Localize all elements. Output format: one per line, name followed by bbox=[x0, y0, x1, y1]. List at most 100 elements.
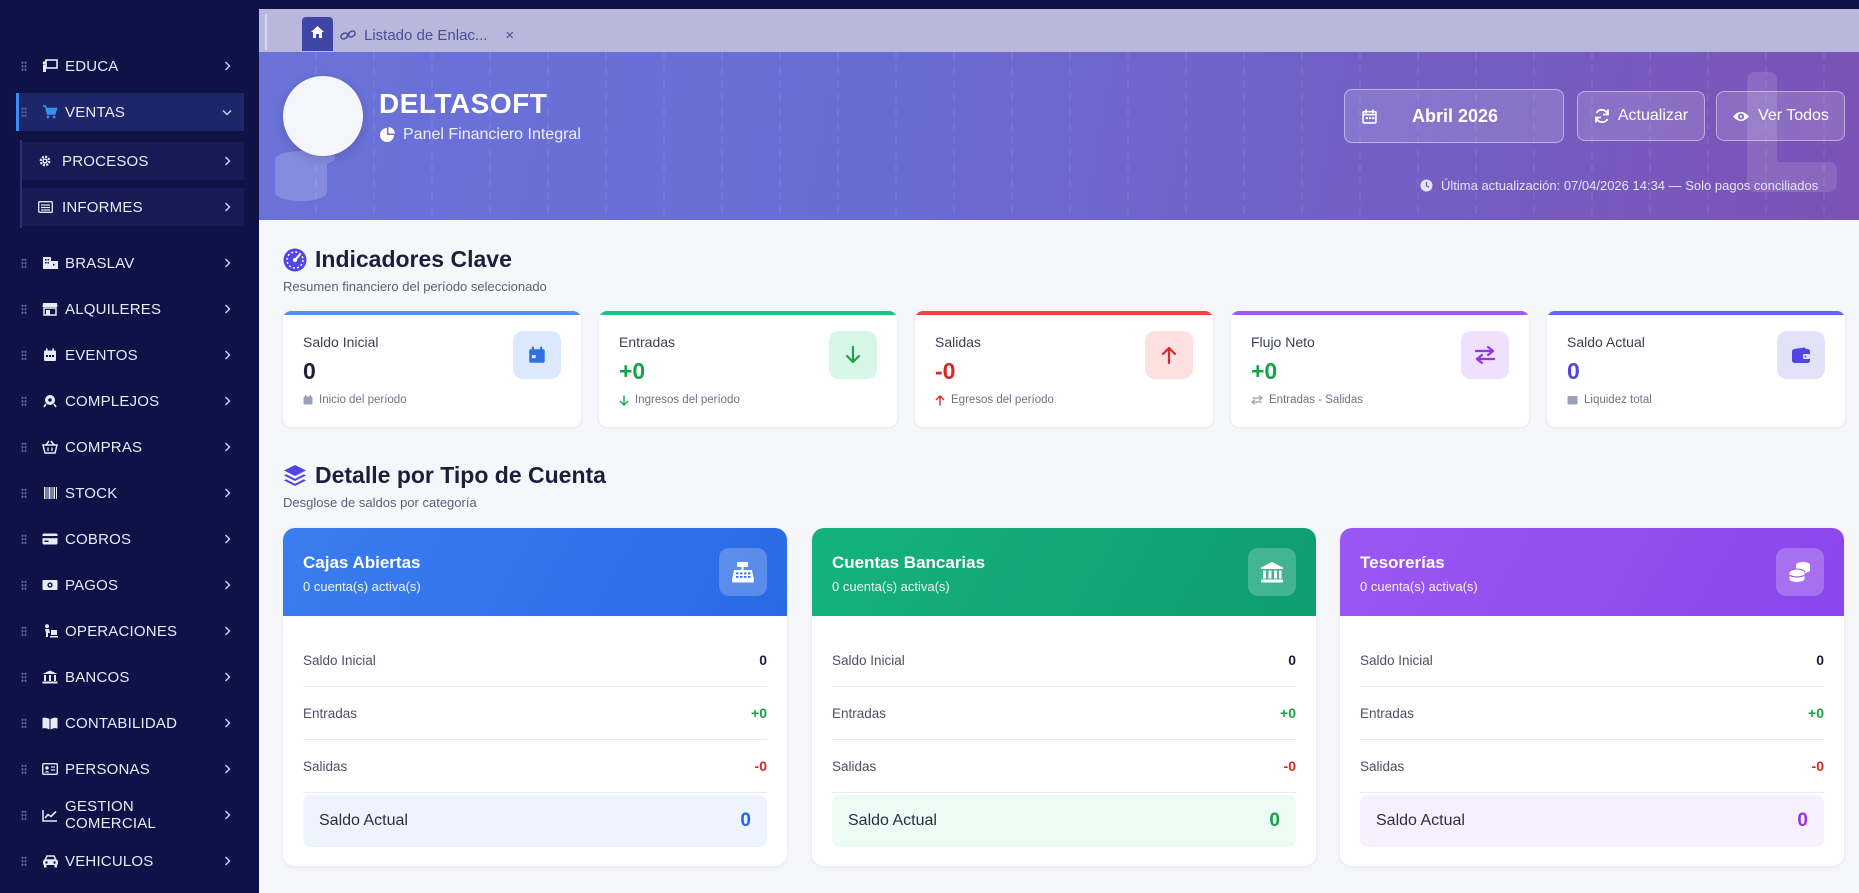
refresh-button[interactable]: Actualizar bbox=[1577, 91, 1705, 141]
calendar-icon bbox=[41, 347, 59, 363]
kpi-value: 0 bbox=[303, 358, 316, 384]
sidebar-item-contabilidad[interactable]: CONTABILIDAD bbox=[16, 704, 244, 742]
row-label: Saldo Inicial bbox=[832, 652, 905, 668]
row-salidas: Salidas -0 bbox=[1360, 740, 1824, 793]
sidebar-item-procesos[interactable]: PROCESOS bbox=[22, 142, 244, 180]
chart-line-icon bbox=[41, 807, 59, 823]
sidebar-item-braslav[interactable]: BRASLAV bbox=[16, 244, 244, 282]
kpi-section-title: Indicadores Clave bbox=[283, 246, 512, 273]
drag-handle-icon[interactable] bbox=[21, 626, 27, 636]
sidebar-item-educa[interactable]: EDUCA bbox=[16, 47, 244, 85]
drag-handle-icon[interactable] bbox=[21, 107, 27, 117]
sidebar-item-label: STOCK bbox=[65, 484, 118, 502]
drag-handle-icon[interactable] bbox=[21, 258, 27, 268]
month-selector[interactable]: Abril 2026 bbox=[1344, 89, 1564, 143]
card-title: Cajas Abiertas bbox=[303, 553, 421, 572]
total-label: Saldo Actual bbox=[319, 812, 408, 829]
drag-handle-icon[interactable] bbox=[21, 672, 27, 682]
sidebar-item-label: VEHICULOS bbox=[65, 852, 154, 870]
sidebar-item-alquileres[interactable]: ALQUILERES bbox=[16, 290, 244, 328]
kpi-foot-text: Entradas - Salidas bbox=[1269, 394, 1363, 406]
row-value: -0 bbox=[754, 758, 767, 774]
row-saldo-inicial: Saldo Inicial 0 bbox=[303, 634, 767, 687]
drag-handle-icon[interactable] bbox=[21, 718, 27, 728]
sidebar-item-bancos[interactable]: BANCOS bbox=[16, 658, 244, 696]
tab-listado-enlaces[interactable]: Listado de Enlac... × bbox=[340, 22, 514, 48]
total-saldo-actual: Saldo Actual 0 bbox=[832, 795, 1296, 847]
credit-card-icon bbox=[41, 531, 59, 547]
sidebar-item-label: COMPRAS bbox=[65, 438, 143, 456]
chevron-down-icon bbox=[222, 107, 232, 117]
row-label: Entradas bbox=[1360, 705, 1415, 721]
kpi-card-flujo-neto: Flujo Neto +0 Entradas - Salidas bbox=[1231, 311, 1529, 427]
sidebar-item-cobros[interactable]: COBROS bbox=[16, 520, 244, 558]
kpi-value: +0 bbox=[619, 358, 646, 384]
sidebar-item-gestion-comercial[interactable]: GESTION COMERCIAL bbox=[16, 796, 244, 834]
sidebar-item-label: COBROS bbox=[65, 530, 132, 548]
total-label: Saldo Actual bbox=[848, 812, 937, 829]
tagline-text: Panel Financiero Integral bbox=[403, 126, 581, 143]
chevron-right-icon bbox=[222, 534, 232, 544]
drag-handle-icon[interactable] bbox=[21, 396, 27, 406]
coins-watermark-icon bbox=[275, 151, 335, 201]
row-salidas: Salidas -0 bbox=[832, 740, 1296, 793]
sidebar-item-complejos[interactable]: COMPLEJOS bbox=[16, 382, 244, 420]
refresh-icon bbox=[1594, 108, 1609, 124]
drag-handle-icon[interactable] bbox=[21, 304, 27, 314]
card-accent-bar bbox=[1231, 311, 1529, 315]
card-accent-bar bbox=[283, 311, 581, 315]
top-edge bbox=[259, 0, 1859, 9]
sidebar-item-label: INFORMES bbox=[62, 198, 143, 216]
kpi-foot-text: Egresos del período bbox=[951, 394, 1054, 406]
kpi-footnote: Inicio del período bbox=[303, 394, 407, 406]
row-salidas: Salidas -0 bbox=[303, 740, 767, 793]
sidebar-item-stock[interactable]: STOCK bbox=[16, 474, 244, 512]
drag-handle-icon[interactable] bbox=[21, 442, 27, 452]
row-label: Saldo Inicial bbox=[303, 652, 376, 668]
view-all-button[interactable]: Ver Todos bbox=[1716, 91, 1845, 141]
row-label: Salidas bbox=[303, 758, 348, 774]
card-subtitle: 0 cuenta(s) activa(s) bbox=[1360, 579, 1478, 594]
company-logo bbox=[283, 76, 363, 156]
sidebar-item-vehiculos[interactable]: VEHICULOS bbox=[16, 842, 244, 880]
card-title: Cuentas Bancarias bbox=[832, 553, 986, 572]
kpi-card-saldo-actual: Saldo Actual 0 Liquidez total bbox=[1547, 311, 1845, 427]
basket-icon bbox=[41, 439, 59, 455]
sidebar-item-informes[interactable]: INFORMES bbox=[22, 188, 244, 226]
sidebar-item-label: GESTION COMERCIAL bbox=[65, 798, 156, 832]
drag-handle-icon[interactable] bbox=[21, 350, 27, 360]
chevron-right-icon bbox=[222, 304, 232, 314]
drag-handle-icon[interactable] bbox=[21, 488, 27, 498]
drag-handle-icon[interactable] bbox=[21, 61, 27, 71]
arrow-down-icon bbox=[829, 331, 877, 379]
sidebar-item-eventos[interactable]: EVENTOS bbox=[16, 336, 244, 374]
account-card-cajas: Cajas Abiertas 0 cuenta(s) activa(s) Sal… bbox=[283, 528, 787, 866]
sidebar-item-label: COMPLEJOS bbox=[65, 392, 160, 410]
drag-handle-icon[interactable] bbox=[21, 764, 27, 774]
home-tab[interactable] bbox=[302, 17, 333, 51]
list-icon bbox=[36, 199, 54, 215]
sidebar-item-operaciones[interactable]: OPERACIONES bbox=[16, 612, 244, 650]
drag-handle-icon[interactable] bbox=[21, 810, 27, 820]
book-icon bbox=[41, 715, 59, 731]
drag-handle-icon[interactable] bbox=[21, 856, 27, 866]
drag-handle-icon[interactable] bbox=[21, 580, 27, 590]
view-all-label: Ver Todos bbox=[1758, 107, 1829, 124]
drag-handle-icon[interactable] bbox=[21, 534, 27, 544]
store-icon bbox=[41, 301, 59, 317]
kpi-card-salidas: Salidas -0 Egresos del período bbox=[915, 311, 1213, 427]
row-label: Saldo Inicial bbox=[1360, 652, 1433, 668]
sidebar-item-pagos[interactable]: PAGOS bbox=[16, 566, 244, 604]
chalkboard-icon bbox=[41, 58, 59, 74]
sidebar-item-compras[interactable]: COMPRAS bbox=[16, 428, 244, 466]
row-label: Entradas bbox=[303, 705, 358, 721]
gauge-icon bbox=[283, 248, 307, 271]
last-update-info: Última actualización: 07/04/2026 14:34 —… bbox=[1420, 178, 1818, 193]
total-label: Saldo Actual bbox=[1376, 812, 1465, 829]
total-value: 0 bbox=[1269, 810, 1280, 831]
sidebar-item-personas[interactable]: PERSONAS bbox=[16, 750, 244, 788]
close-tab-button[interactable]: × bbox=[505, 27, 514, 44]
month-label: Abril 2026 bbox=[1411, 105, 1499, 126]
calendar-icon bbox=[513, 331, 561, 379]
sidebar-item-ventas[interactable]: VENTAS bbox=[16, 93, 244, 131]
